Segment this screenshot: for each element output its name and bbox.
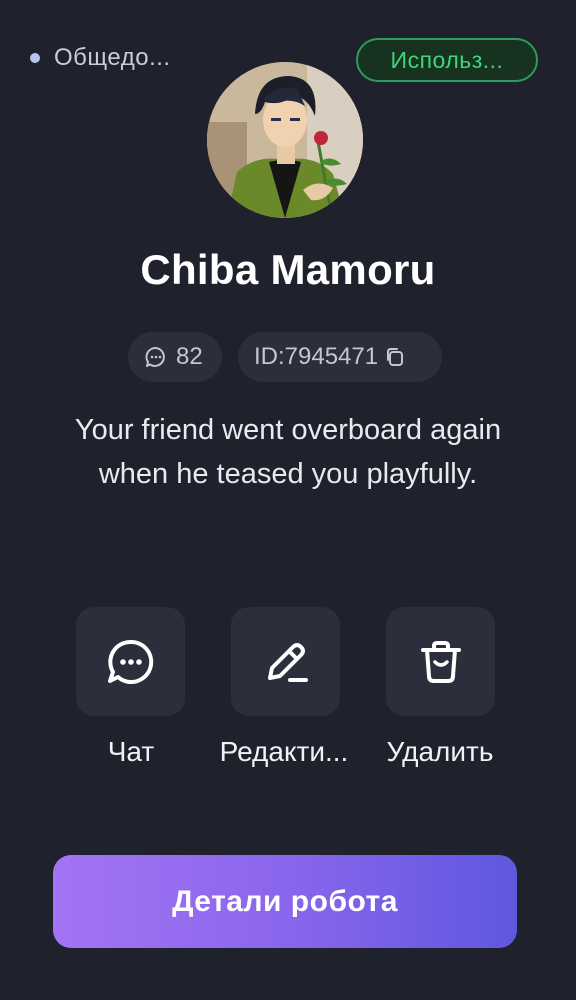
message-count: 82 bbox=[176, 343, 203, 370]
id-chip[interactable]: ID:7945471 bbox=[238, 332, 442, 382]
chat-bubble-dots-icon bbox=[145, 347, 165, 367]
status-dot-icon bbox=[30, 53, 40, 63]
delete-button[interactable] bbox=[386, 607, 495, 716]
character-name: Chiba Mamoru bbox=[140, 246, 436, 293]
avatar bbox=[207, 62, 363, 218]
trash-icon bbox=[420, 640, 461, 683]
delete-label[interactable]: Удалить bbox=[365, 736, 515, 768]
chat-label[interactable]: Чат bbox=[56, 736, 206, 768]
visibility-label: Общедо... bbox=[54, 44, 171, 71]
character-id: ID:7945471 bbox=[254, 343, 379, 370]
edit-button[interactable] bbox=[231, 607, 340, 716]
chat-bubble-icon bbox=[107, 639, 153, 684]
copy-icon[interactable] bbox=[384, 346, 406, 368]
message-count-chip: 82 bbox=[128, 332, 222, 382]
bot-details-button[interactable]: Детали робота bbox=[53, 855, 517, 948]
pencil-icon bbox=[267, 642, 308, 682]
avatar-illustration bbox=[207, 62, 363, 218]
bot-profile-screen: Общедо... Использ... Chiba Mamoru 82 ID:… bbox=[0, 0, 576, 1000]
chat-button[interactable] bbox=[76, 607, 185, 716]
character-description: Your friend went overboard again when he… bbox=[74, 414, 502, 490]
edit-label[interactable]: Редакти... bbox=[209, 736, 359, 768]
visibility-status[interactable]: Общедо... bbox=[30, 44, 171, 72]
use-button[interactable]: Использ... bbox=[356, 38, 538, 82]
